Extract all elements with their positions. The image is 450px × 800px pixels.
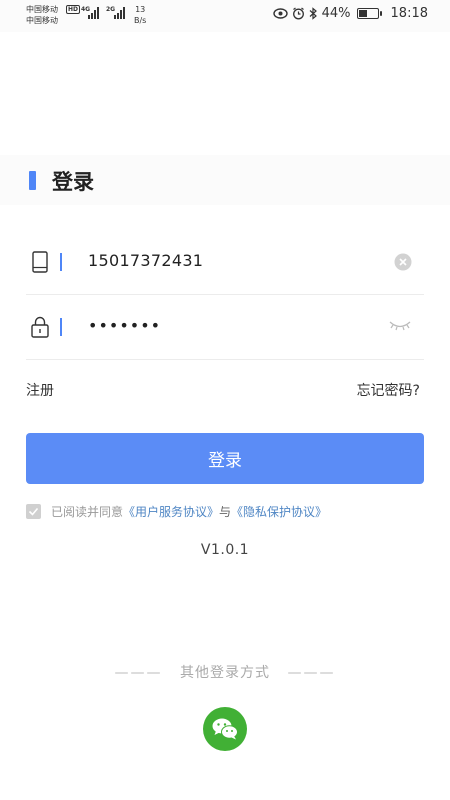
divider-left: ——— <box>114 665 163 681</box>
privacy-agreement-link[interactable]: 《隐私保护协议》 <box>231 503 327 520</box>
agreement-conjunction: 与 <box>219 505 232 519</box>
login-button[interactable]: 登录 <box>26 433 424 484</box>
agreement-row: 已阅读并同意 《用户服务协议》 与 《隐私保护协议》 <box>26 503 327 520</box>
clock: 18:18 <box>390 6 428 21</box>
status-bar: 中国移动 中国移动 HD 4G 2G 13 B/s 44% 18:18 <box>0 0 450 32</box>
signal-icon-2 <box>114 7 125 19</box>
eye-closed-icon[interactable] <box>388 318 412 332</box>
battery-percent: 44% <box>321 6 351 21</box>
hd-badge: HD <box>66 5 81 14</box>
wechat-icon <box>212 718 238 740</box>
checkmark-icon <box>28 507 39 516</box>
carrier-info: 中国移动 中国移动 HD <box>26 4 81 26</box>
status-icons: 44% 18:18 <box>272 6 428 21</box>
password-field-divider <box>60 318 62 336</box>
agreement-prefix: 已阅读并同意 <box>51 505 124 519</box>
register-link[interactable]: 注册 <box>26 380 54 400</box>
title-accent-bar <box>29 171 36 190</box>
forgot-password-link[interactable]: 忘记密码? <box>357 380 420 400</box>
page-title: 登录 <box>52 170 94 194</box>
eye-icon <box>272 8 288 19</box>
wechat-login-button[interactable] <box>203 707 247 751</box>
phone-field-divider <box>60 253 62 271</box>
battery-icon <box>356 8 382 19</box>
divider-right: ——— <box>287 665 336 681</box>
lock-icon <box>31 316 49 338</box>
password-field[interactable]: ••••••• <box>26 296 424 360</box>
clear-icon[interactable] <box>394 253 412 271</box>
other-login-label: 其他登录方式 <box>180 665 270 681</box>
alarm-icon <box>292 7 304 20</box>
password-input[interactable]: ••••••• <box>88 316 161 335</box>
phone-input[interactable]: 15017372431 <box>88 251 203 270</box>
user-agreement-link[interactable]: 《用户服务协议》 <box>123 503 219 520</box>
phone-field[interactable]: 15017372431 <box>26 231 424 295</box>
network-speed: 13 B/s <box>134 4 146 26</box>
phone-icon <box>32 251 48 273</box>
version-label: V1.0.1 <box>200 542 250 558</box>
speed-value: 13 <box>135 5 146 14</box>
bluetooth-icon <box>309 7 317 20</box>
signal-icon <box>88 7 99 19</box>
agreement-checkbox[interactable] <box>26 504 41 519</box>
carrier-2: 中国移动 <box>26 16 58 25</box>
carrier-1: 中国移动 <box>26 5 58 14</box>
speed-unit: B/s <box>134 16 147 25</box>
login-screen: 中国移动 中国移动 HD 4G 2G 13 B/s 44% 18:18 登录 1… <box>0 0 450 800</box>
other-login-row: ——— 其他登录方式 ——— <box>0 662 450 682</box>
